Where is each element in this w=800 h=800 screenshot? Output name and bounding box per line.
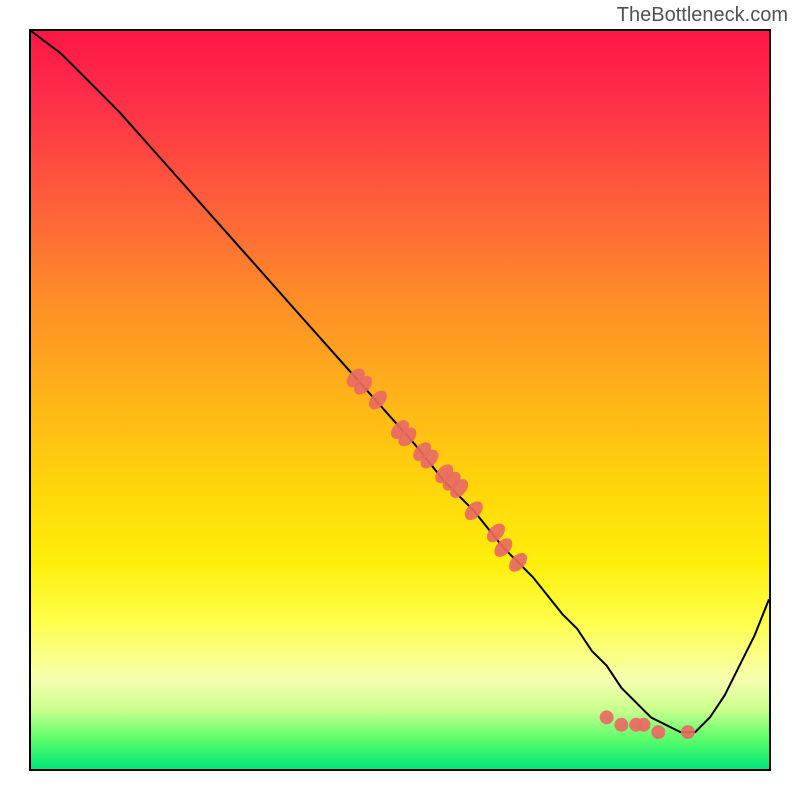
curve-path — [31, 31, 769, 732]
chart-plot-area — [29, 29, 771, 771]
chart-svg — [31, 31, 769, 769]
watermark-text: TheBottleneck.com — [617, 4, 788, 27]
scatter-points-group — [343, 365, 695, 739]
scatter-point — [681, 725, 695, 739]
scatter-point — [651, 725, 665, 739]
scatter-point — [365, 387, 390, 413]
scatter-point — [614, 718, 628, 732]
scatter-point — [600, 710, 614, 724]
scatter-point — [637, 718, 651, 732]
